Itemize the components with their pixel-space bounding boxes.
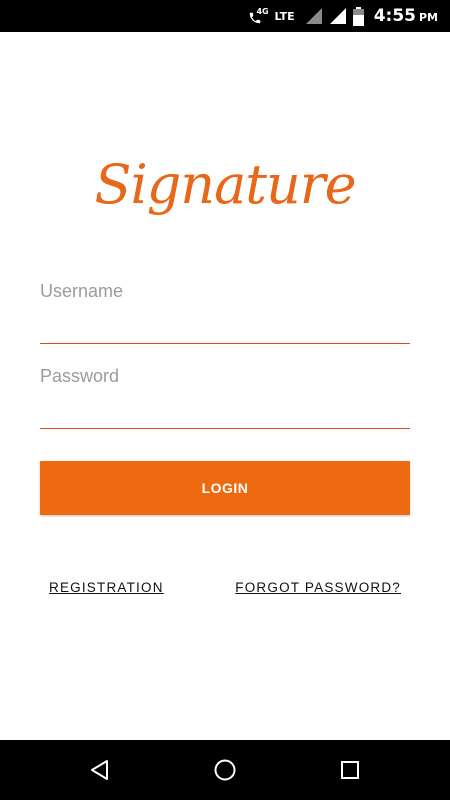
battery-icon <box>352 6 364 26</box>
call-4g-icon: 4G <box>248 6 269 26</box>
recents-icon <box>341 761 359 779</box>
registration-link[interactable]: REGISTRATION <box>49 580 164 595</box>
status-bar: 4G LTE 4:55 PM <box>0 0 450 32</box>
back-button[interactable] <box>85 755 115 785</box>
home-icon <box>214 759 236 781</box>
username-field: Username <box>40 276 410 344</box>
recents-button[interactable] <box>335 755 365 785</box>
clock-ampm: PM <box>418 11 438 24</box>
username-label: Username <box>40 281 124 301</box>
back-icon <box>91 760 108 780</box>
network-type: LTE <box>274 9 295 23</box>
navigation-bar <box>0 740 450 800</box>
password-label: Password <box>40 366 120 386</box>
signal-icon <box>305 7 323 25</box>
home-button[interactable] <box>210 755 240 785</box>
forgot-password-link[interactable]: FORGOT PASSWORD? <box>235 580 401 595</box>
username-input[interactable] <box>40 306 410 344</box>
status-icons: 4G LTE 4:55 PM <box>248 0 438 32</box>
signal-icon <box>329 7 347 25</box>
clock-time: 4:55 <box>373 6 416 26</box>
signature-logo: Signature <box>94 153 356 216</box>
password-input[interactable] <box>40 391 410 429</box>
login-button[interactable]: LOGIN <box>40 461 410 515</box>
network-badge: 4G <box>256 7 269 16</box>
password-field: Password <box>40 361 410 429</box>
